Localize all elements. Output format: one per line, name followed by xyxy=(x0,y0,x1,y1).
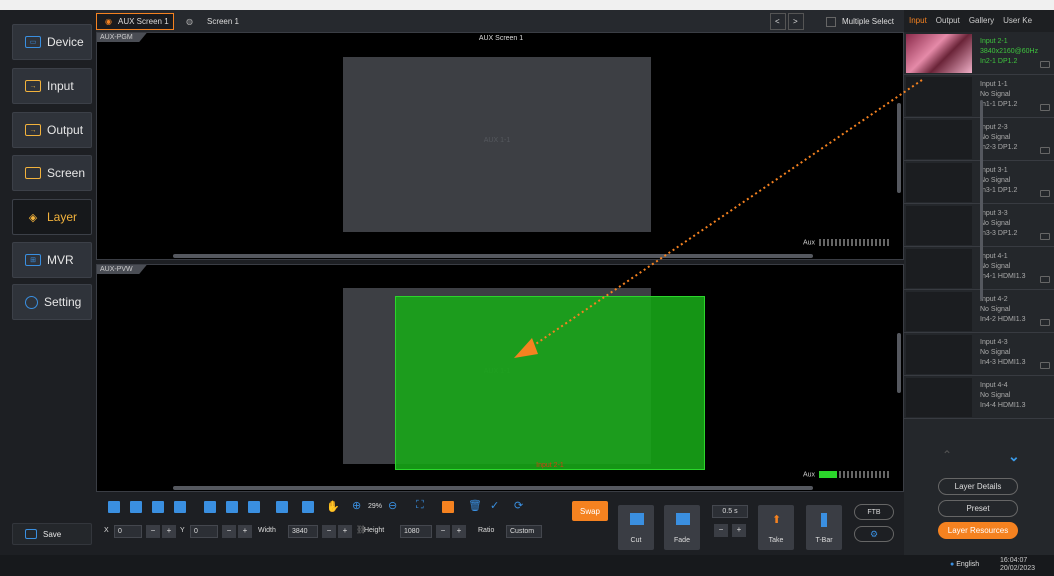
arrow-head-icon xyxy=(514,338,538,358)
app-window: ▭ Device → Input → Output Screen ◈ Layer ⊞ MV… xyxy=(0,10,1054,576)
drag-arrow-overlay xyxy=(514,79,923,358)
drag-path xyxy=(523,79,923,353)
